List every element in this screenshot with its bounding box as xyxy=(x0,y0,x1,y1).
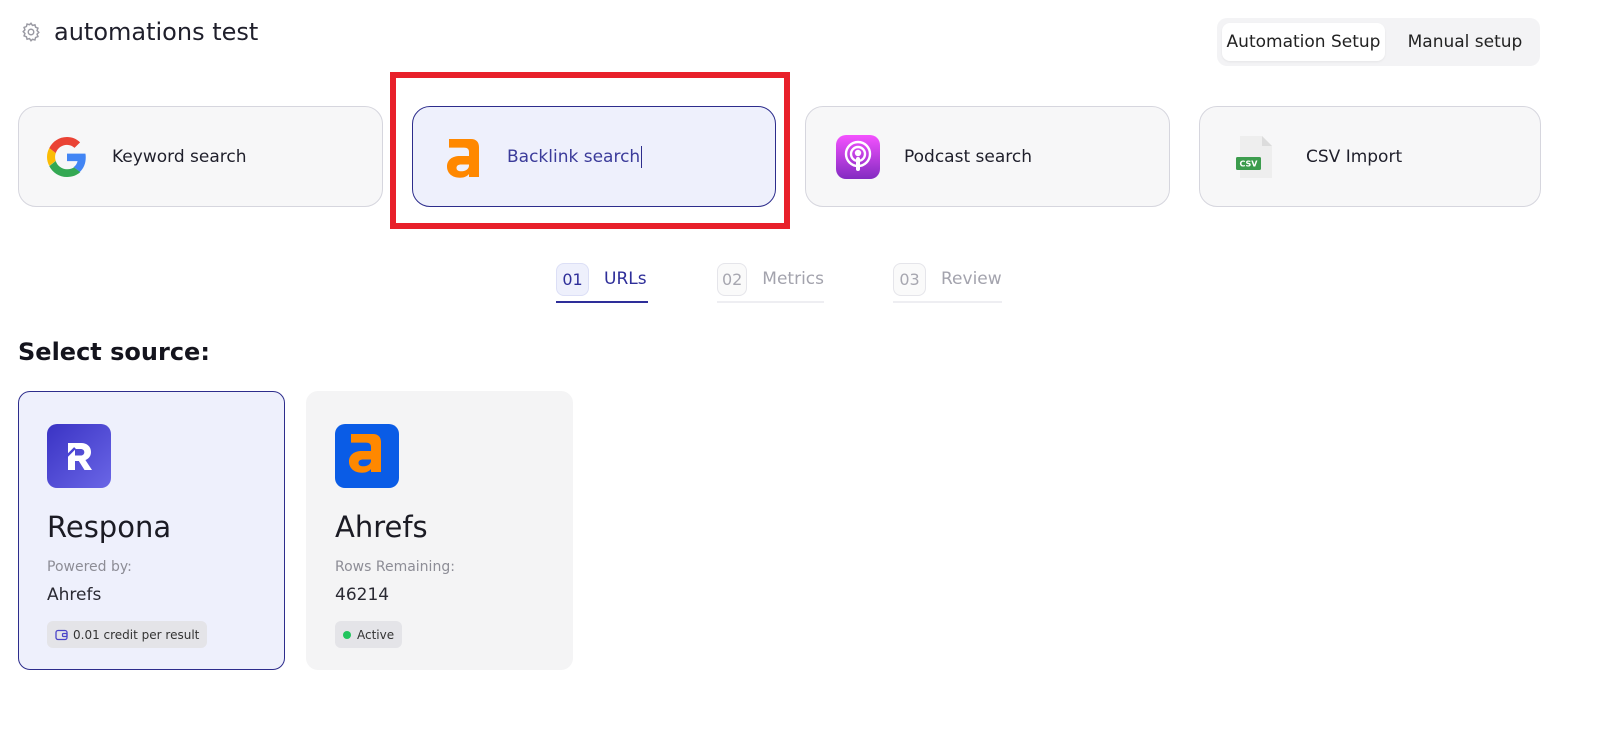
step-number: 01 xyxy=(556,262,589,296)
step-underline xyxy=(717,301,824,303)
select-source-heading: Select source: xyxy=(18,338,210,366)
step-underline xyxy=(893,301,1002,303)
source-card-ahrefs[interactable]: Ahrefs Rows Remaining: 46214 Active xyxy=(306,391,573,670)
podcast-search-card[interactable]: Podcast search xyxy=(805,106,1170,207)
setup-mode-toggle: Automation Setup Manual setup xyxy=(1217,18,1540,66)
svg-text:CSV: CSV xyxy=(1240,159,1259,168)
csv-import-card[interactable]: CSV CSV Import xyxy=(1199,106,1541,207)
ahrefs-icon xyxy=(447,138,479,178)
podcast-search-label: Podcast search xyxy=(904,146,1032,167)
source-card-respona[interactable]: Respona Powered by: Ahrefs 0.01 credit p… xyxy=(18,391,285,670)
google-icon xyxy=(47,136,86,177)
source-detail-label: Powered by: xyxy=(47,559,132,575)
credit-badge: 0.01 credit per result xyxy=(47,621,208,648)
gear-icon[interactable] xyxy=(20,21,42,43)
respona-logo-icon xyxy=(47,424,111,488)
page-header: automations test xyxy=(20,18,258,46)
automation-setup-tab[interactable]: Automation Setup xyxy=(1222,23,1385,61)
manual-setup-tab[interactable]: Manual setup xyxy=(1395,23,1535,61)
step-review[interactable]: 03 Review xyxy=(893,255,1002,303)
csv-import-label: CSV Import xyxy=(1306,146,1403,167)
keyword-search-label: Keyword search xyxy=(112,146,247,167)
step-label: Metrics xyxy=(762,269,824,289)
backlink-search-card[interactable]: Backlink search xyxy=(412,106,776,207)
wallet-icon xyxy=(55,629,68,640)
step-number: 03 xyxy=(893,262,926,296)
source-detail-value: 46214 xyxy=(335,585,390,605)
source-name: Respona xyxy=(47,510,172,544)
status-badge: Active xyxy=(335,621,403,648)
csv-file-icon: CSV xyxy=(1236,135,1272,178)
step-metrics[interactable]: 02 Metrics xyxy=(717,255,824,303)
step-underline xyxy=(556,301,648,303)
step-label: URLs xyxy=(604,269,647,289)
step-label: Review xyxy=(941,269,1002,289)
source-detail-label: Rows Remaining: xyxy=(335,559,455,575)
podcast-icon xyxy=(836,134,880,179)
backlink-search-label: Backlink search xyxy=(507,145,643,168)
ahrefs-logo-icon xyxy=(335,424,399,488)
source-detail-value: Ahrefs xyxy=(47,585,102,605)
keyword-search-card[interactable]: Keyword search xyxy=(18,106,383,207)
source-name: Ahrefs xyxy=(335,510,428,544)
page-title: automations test xyxy=(54,18,259,46)
step-number: 02 xyxy=(717,262,748,296)
text-caret xyxy=(641,145,643,168)
status-dot-icon xyxy=(343,630,351,639)
step-urls[interactable]: 01 URLs xyxy=(556,255,648,303)
